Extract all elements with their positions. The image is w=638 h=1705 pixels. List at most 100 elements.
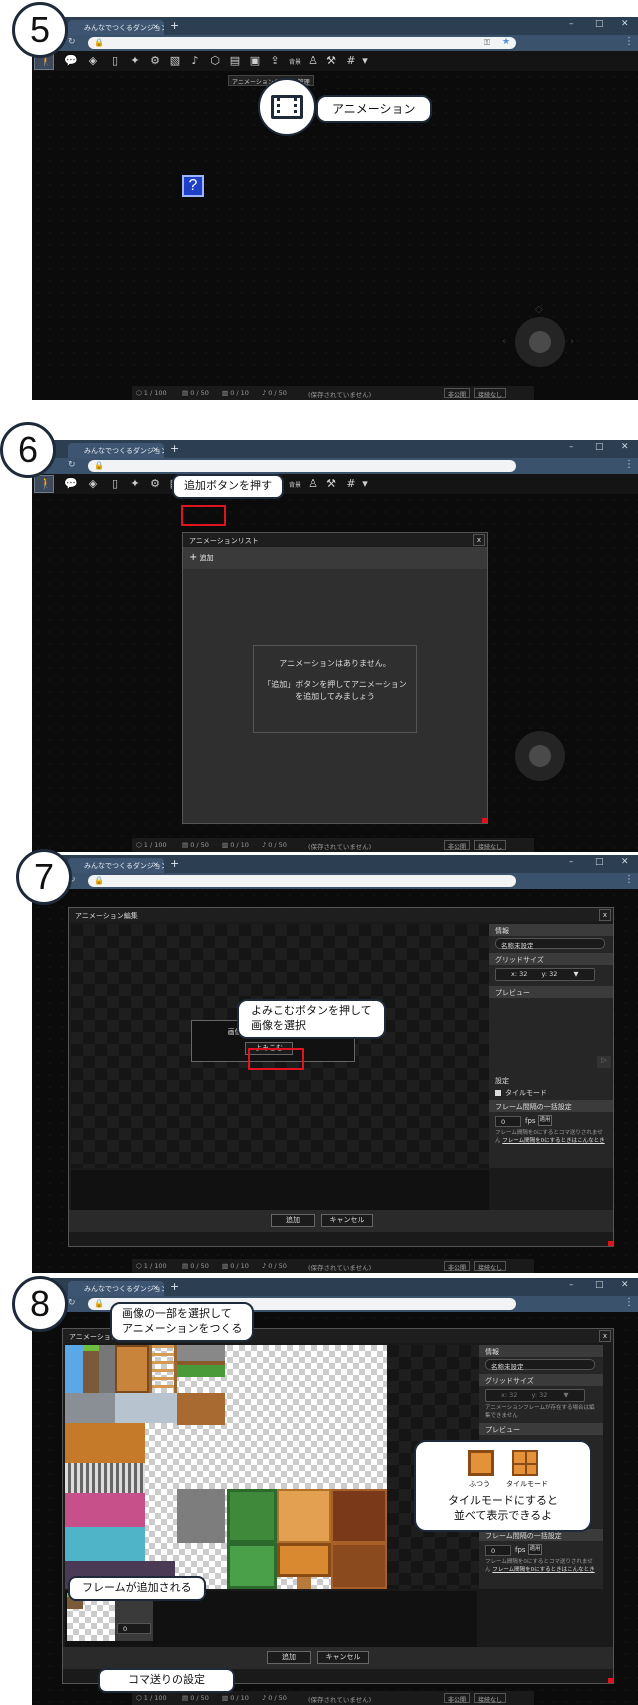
speech-icon[interactable]: 💬 <box>64 477 78 491</box>
name-field[interactable]: 名称未設定 <box>485 1359 595 1371</box>
fps-input[interactable]: 0 <box>495 1116 521 1127</box>
virtual-dpad[interactable]: ◇ ‹ › <box>502 304 578 380</box>
tool-icon[interactable]: ⚒ <box>324 54 338 68</box>
fps-input[interactable]: 0 <box>485 1545 511 1556</box>
dialog-close-button[interactable]: x <box>473 534 485 546</box>
new-tab-button[interactable]: + <box>170 1280 179 1293</box>
ok-button[interactable]: 追加 <box>271 1214 315 1227</box>
publish-button[interactable]: 非公開 <box>444 1693 471 1704</box>
browser-menu-icon[interactable]: ⋮ <box>624 36 634 47</box>
arrow-right-icon[interactable]: › <box>570 336 574 347</box>
tileset-canvas[interactable] <box>65 1345 387 1589</box>
url-input[interactable]: 🔒 ⚿ ★ <box>88 37 516 49</box>
dialog-close-button[interactable]: x <box>599 1330 611 1342</box>
browser-tab[interactable]: みんなでつくるダンジョン × <box>68 443 164 458</box>
window-close-button[interactable]: ✕ <box>621 442 629 452</box>
image-icon[interactable]: ▧ <box>168 54 182 68</box>
connect-button[interactable]: 接続なし <box>474 840 507 851</box>
maximize-button[interactable]: □ <box>595 1280 604 1290</box>
person-icon[interactable]: ♙ <box>306 477 320 491</box>
cancel-button[interactable]: キャンセル <box>321 1214 373 1227</box>
window-close-button[interactable]: ✕ <box>621 1280 629 1290</box>
browser-tab[interactable]: みんなでつくるダンジョン × <box>68 20 164 35</box>
reload-icon[interactable]: ↻ <box>68 460 76 470</box>
maximize-button[interactable]: □ <box>595 857 604 867</box>
new-tab-button[interactable]: + <box>170 19 179 32</box>
layers-icon[interactable]: ◈ <box>86 477 100 491</box>
new-tab-button[interactable]: + <box>170 857 179 870</box>
connect-button[interactable]: 接続なし <box>474 1261 507 1272</box>
tile-mode-checkbox[interactable]: タイルモード <box>495 1088 547 1098</box>
maximize-button[interactable]: □ <box>595 442 604 452</box>
cancel-button[interactable]: キャンセル <box>317 1651 369 1664</box>
new-tab-button[interactable]: + <box>170 442 179 455</box>
grid-icon[interactable]: # <box>344 54 358 68</box>
grid-icon[interactable]: # <box>344 477 358 491</box>
export-icon[interactable]: ⇪ <box>268 54 282 68</box>
publish-button[interactable]: 非公開 <box>444 388 471 399</box>
resize-handle[interactable] <box>608 1241 613 1246</box>
key-icon[interactable]: ⚿ <box>484 38 490 48</box>
resize-handle[interactable] <box>482 818 487 823</box>
gear-icon[interactable]: ⚙ <box>148 477 162 491</box>
browser-tab[interactable]: みんなでつくるダンジョン × <box>68 858 164 873</box>
note-link[interactable]: フレーム間隔を0にするときはこんなとき <box>502 1138 604 1144</box>
publish-button[interactable]: 非公開 <box>444 840 471 851</box>
window-close-button[interactable]: ✕ <box>621 857 629 867</box>
cards-icon[interactable]: ▯ <box>108 54 122 68</box>
minimize-button[interactable]: – <box>569 1280 574 1290</box>
layers-icon[interactable]: ◈ <box>86 54 100 68</box>
cards-icon[interactable]: ▯ <box>108 477 122 491</box>
tool-icon[interactable]: ⚒ <box>324 477 338 491</box>
gamepad-icon[interactable]: ✦ <box>128 54 142 68</box>
grid-size-select[interactable]: x: 32 y: 32 ▼ <box>495 968 595 981</box>
minimize-button[interactable]: – <box>569 19 574 29</box>
cube-icon[interactable]: ⬡ <box>208 54 222 68</box>
window-close-button[interactable]: ✕ <box>621 19 629 29</box>
minimize-button[interactable]: – <box>569 442 574 452</box>
browser-menu-icon[interactable]: ⋮ <box>624 1297 634 1308</box>
music-icon[interactable]: ♪ <box>188 54 202 68</box>
reload-icon[interactable]: ↻ <box>68 37 76 47</box>
connect-button[interactable]: 接続なし <box>474 1693 507 1704</box>
dpad-knob[interactable] <box>529 331 551 353</box>
speech-icon[interactable]: 💬 <box>64 54 78 68</box>
note-link[interactable]: フレーム間隔を0にするときはこんなとき <box>492 1567 594 1573</box>
browser-tab[interactable]: みんなでつくるダンジョン × <box>68 1281 164 1296</box>
close-icon[interactable]: × <box>152 1283 159 1292</box>
url-input[interactable]: 🔒 <box>88 875 516 887</box>
frame-fps-input[interactable]: 0 <box>117 1623 151 1634</box>
dialog-close-button[interactable]: x <box>599 909 611 921</box>
play-icon[interactable]: ▷ <box>597 1056 611 1068</box>
apply-button[interactable]: 適用 <box>538 1115 552 1126</box>
gamepad-icon[interactable]: ✦ <box>128 477 142 491</box>
publish-button[interactable]: 非公開 <box>444 1261 471 1272</box>
url-input[interactable]: 🔒 <box>88 460 516 472</box>
apply-button[interactable]: 適用 <box>528 1544 542 1555</box>
close-icon[interactable]: × <box>152 22 159 31</box>
gear-icon[interactable]: ⚙ <box>148 54 162 68</box>
name-field[interactable]: 名称未設定 <box>495 938 605 950</box>
close-icon[interactable]: × <box>152 445 159 454</box>
bgm-label[interactable]: 背景 <box>289 57 301 66</box>
browser-menu-icon[interactable]: ⋮ <box>624 459 634 470</box>
bgm-label[interactable]: 背景 <box>289 480 301 489</box>
minimize-button[interactable]: – <box>569 857 574 867</box>
resize-handle[interactable] <box>608 1678 613 1683</box>
ok-button[interactable]: 追加 <box>267 1651 311 1664</box>
player-avatar-icon[interactable]: 🚶 <box>34 475 54 493</box>
dpad-knob[interactable] <box>529 745 551 767</box>
add-button[interactable]: + 追加 <box>185 550 223 566</box>
reload-icon[interactable]: ↻ <box>68 1298 76 1308</box>
maximize-button[interactable]: □ <box>595 19 604 29</box>
person-icon[interactable]: ♙ <box>306 54 320 68</box>
question-block[interactable]: ? <box>182 175 204 197</box>
chevron-down-icon[interactable]: ▾ <box>358 54 372 68</box>
star-icon[interactable]: ★ <box>502 37 510 47</box>
virtual-dpad[interactable] <box>502 718 578 794</box>
browser-menu-icon[interactable]: ⋮ <box>624 874 634 885</box>
chevron-down-icon[interactable]: ▾ <box>358 477 372 491</box>
connect-button[interactable]: 接続なし <box>474 388 507 399</box>
arrow-up-icon[interactable]: ◇ <box>535 304 543 315</box>
close-icon[interactable]: × <box>152 860 159 869</box>
